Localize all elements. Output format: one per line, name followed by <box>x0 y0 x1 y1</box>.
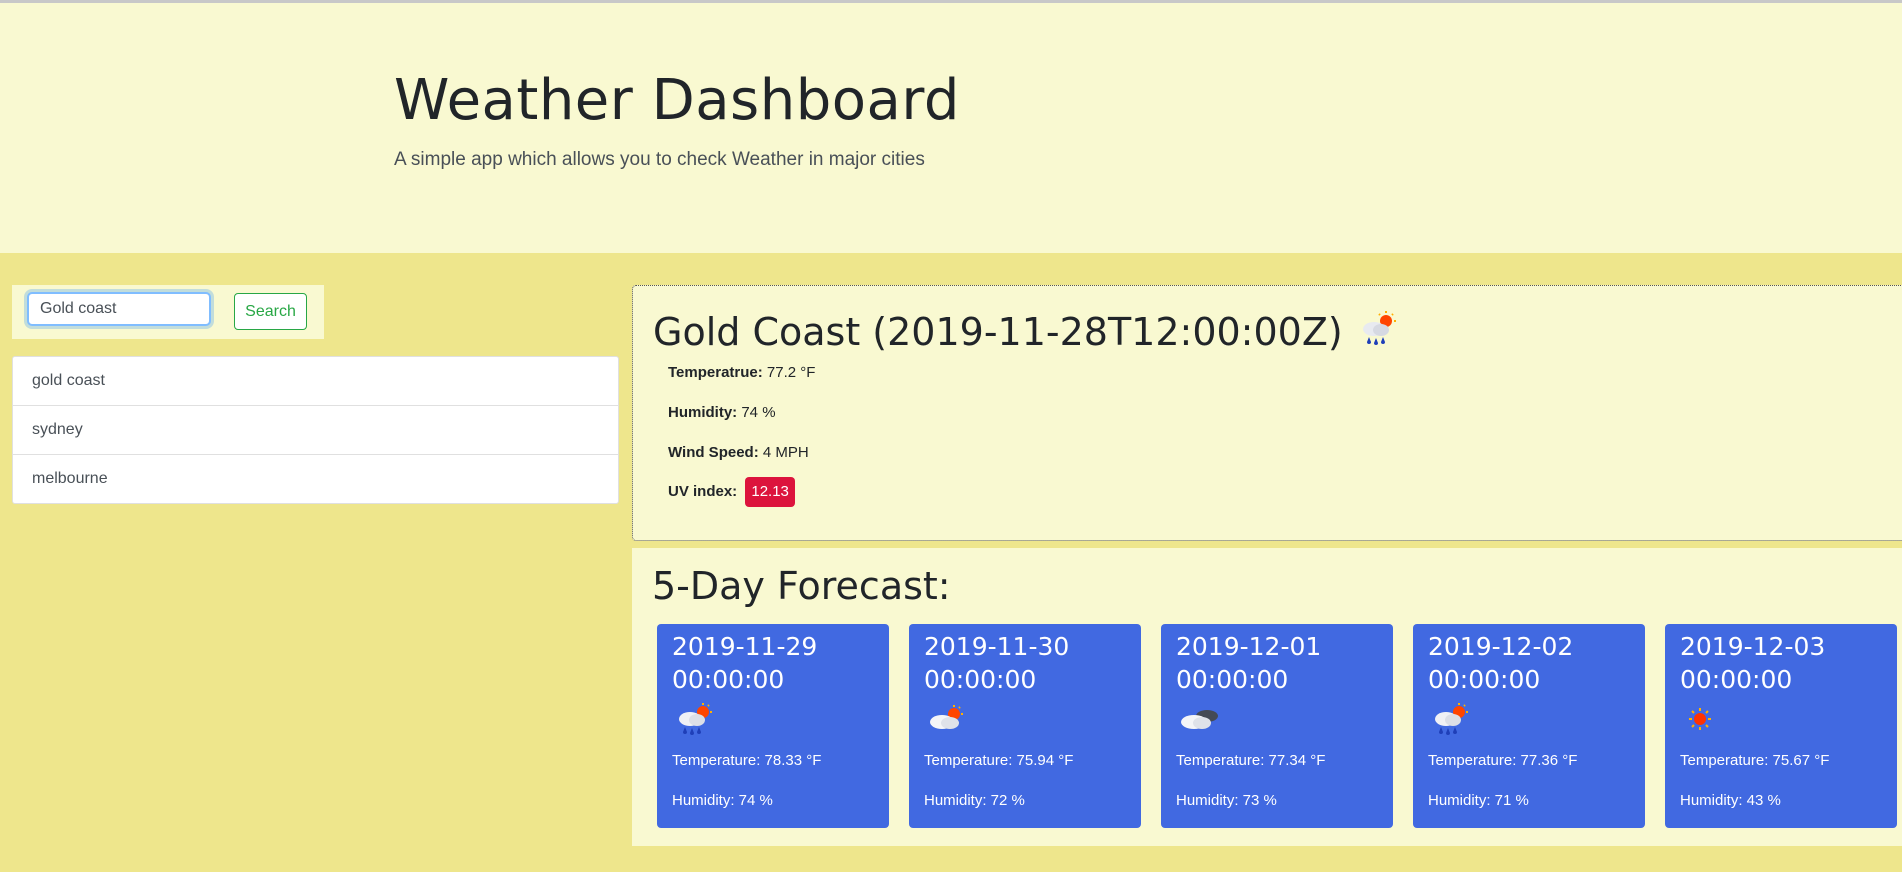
forecast-card: 2019-11-30 00:00:00 Temperature: 75.94 °… <box>909 624 1141 828</box>
main-area: Search gold coast sydney melbourne Gold … <box>0 253 1902 872</box>
current-weather-card: Gold Coast (2019-11-28T12:00:00Z) Temper… <box>632 285 1902 541</box>
clouds-icon <box>1179 702 1223 740</box>
forecast-date: 2019-11-29 00:00:00 <box>672 632 818 694</box>
forecast-temperature: Temperature: 77.34 °F <box>1176 752 1326 769</box>
forecast-humidity: Humidity: 74 % <box>672 792 773 809</box>
history-item-melbourne[interactable]: melbourne <box>13 455 618 503</box>
temperature-value: 77.2 °F <box>766 364 816 381</box>
page-subtitle: A simple app which allows you to check W… <box>394 149 925 170</box>
uv-index-badge: 12.13 <box>745 477 795 507</box>
history-item-sydney[interactable]: sydney <box>13 406 618 455</box>
search-button[interactable]: Search <box>234 293 307 330</box>
current-city-date: Gold Coast (2019-11-28T12:00:00Z) <box>653 310 1343 354</box>
wind-speed-label: Wind Speed: <box>668 444 759 461</box>
wind-speed-value: 4 MPH <box>762 444 809 461</box>
current-weather-heading: Gold Coast (2019-11-28T12:00:00Z) <box>653 308 1399 360</box>
forecast-card: 2019-11-29 00:00:00 Temperature: 78.33 °… <box>657 624 889 828</box>
rain-sun-icon <box>675 702 715 740</box>
forecast-humidity: Humidity: 72 % <box>924 792 1025 809</box>
forecast-card: 2019-12-03 00:00:00 Temperature: 75.67 °… <box>1665 624 1897 828</box>
current-humidity: Humidity: 74 % <box>668 404 776 421</box>
cloud-sun-icon <box>927 702 967 740</box>
forecast-date: 2019-12-02 00:00:00 <box>1428 632 1574 694</box>
city-search-input[interactable] <box>27 292 211 326</box>
forecast-temperature: Temperature: 75.94 °F <box>924 752 1074 769</box>
search-form: Search <box>12 285 324 339</box>
page-title: Weather Dashboard <box>394 68 960 133</box>
current-wind-speed: Wind Speed: 4 MPH <box>668 444 809 461</box>
rain-sun-icon <box>1431 702 1471 740</box>
forecast-card: 2019-12-01 00:00:00 Temperature: 77.34 °… <box>1161 624 1393 828</box>
forecast-date: 2019-12-01 00:00:00 <box>1176 632 1322 694</box>
forecast-card: 2019-12-02 00:00:00 Temperature: 77.36 °… <box>1413 624 1645 828</box>
forecast-humidity: Humidity: 43 % <box>1680 792 1781 809</box>
forecast-humidity: Humidity: 73 % <box>1176 792 1277 809</box>
history-item-gold-coast[interactable]: gold coast <box>13 357 618 406</box>
current-uv-index: UV index: 12.13 <box>668 477 795 507</box>
forecast-date: 2019-11-30 00:00:00 <box>924 632 1070 694</box>
forecast-temperature: Temperature: 78.33 °F <box>672 752 822 769</box>
forecast-humidity: Humidity: 71 % <box>1428 792 1529 809</box>
forecast-title: 5-Day Forecast: <box>652 564 951 608</box>
forecast-temperature: Temperature: 77.36 °F <box>1428 752 1578 769</box>
search-history-list: gold coast sydney melbourne <box>12 356 619 504</box>
header-banner: Weather Dashboard A simple app which all… <box>0 3 1902 253</box>
sun-icon <box>1683 702 1717 740</box>
forecast-temperature: Temperature: 75.67 °F <box>1680 752 1830 769</box>
current-temperature: Temperatrue: 77.2 °F <box>668 364 815 381</box>
uv-index-label: UV index: <box>668 483 738 500</box>
humidity-value: 74 % <box>741 404 776 421</box>
humidity-label: Humidity: <box>668 404 738 421</box>
rain-sun-icon <box>1359 309 1399 360</box>
temperature-label: Temperatrue: <box>668 364 763 381</box>
forecast-date: 2019-12-03 00:00:00 <box>1680 632 1826 694</box>
forecast-panel: 5-Day Forecast: 2019-11-29 00:00:00 Temp… <box>632 548 1902 846</box>
